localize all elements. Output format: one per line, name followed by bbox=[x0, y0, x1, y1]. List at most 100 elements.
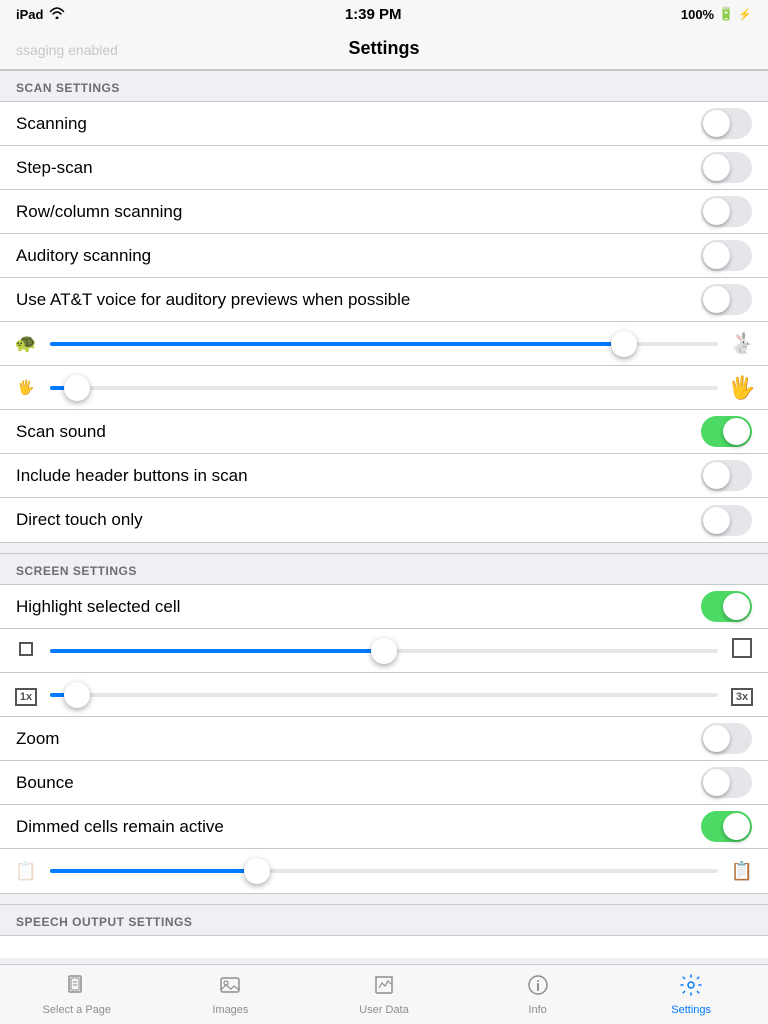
scan-sound-row: Scan sound bbox=[0, 410, 768, 454]
opacity-slider-row: 📋 📋 bbox=[0, 849, 768, 893]
scan-settings-header: SCAN SETTINGS bbox=[0, 70, 768, 101]
square-large-icon bbox=[728, 638, 756, 664]
highlight-selected-row: Highlight selected cell bbox=[0, 585, 768, 629]
tab-images[interactable]: Images bbox=[154, 973, 308, 1016]
badge-3x-icon: 3x bbox=[728, 683, 756, 706]
screen-settings-header: SCREEN SETTINGS bbox=[0, 553, 768, 584]
tab-info[interactable]: Info bbox=[461, 973, 615, 1016]
tab-user-data-label: User Data bbox=[359, 1004, 409, 1016]
include-header-label: Include header buttons in scan bbox=[16, 466, 248, 486]
opacity-slider-container[interactable] bbox=[50, 861, 718, 881]
section-gap-2 bbox=[0, 894, 768, 904]
scan-sound-toggle-knob bbox=[723, 418, 750, 445]
tab-images-label: Images bbox=[212, 1004, 248, 1016]
zoom-toggle-knob bbox=[703, 725, 730, 752]
direct-touch-label: Direct touch only bbox=[16, 510, 143, 530]
tab-bar: Select a Page Images User Data bbox=[0, 964, 768, 1024]
scroll-area[interactable]: SCAN SETTINGS Scanning Step-scan Row/col… bbox=[0, 70, 768, 958]
tab-user-data[interactable]: User Data bbox=[307, 973, 461, 1016]
speech-output-header: SPEECH OUTPUT SETTINGS bbox=[0, 904, 768, 935]
speed-slider-thumb[interactable] bbox=[611, 331, 637, 357]
zoom-level-slider-container[interactable] bbox=[50, 685, 718, 705]
status-bar: iPad 1:39 PM 100% 🔋 ⚡ bbox=[0, 0, 768, 28]
att-voice-toggle[interactable] bbox=[701, 284, 752, 315]
border-size-slider-container[interactable] bbox=[50, 641, 718, 661]
images-icon bbox=[218, 973, 242, 1002]
battery-label: 100% bbox=[681, 7, 714, 22]
settings-icon bbox=[679, 973, 703, 1002]
size-slider-row: 🖐 🖐 bbox=[0, 366, 768, 410]
bounce-row: Bounce bbox=[0, 761, 768, 805]
dimmed-cells-label: Dimmed cells remain active bbox=[16, 817, 224, 837]
highlight-selected-toggle[interactable] bbox=[701, 591, 752, 622]
time-label: 1:39 PM bbox=[345, 6, 402, 23]
watermark-text: ssaging enabled bbox=[0, 42, 118, 58]
opacity-high-icon: 📋 bbox=[728, 861, 756, 882]
opacity-slider-thumb[interactable] bbox=[244, 858, 270, 884]
highlight-selected-label: Highlight selected cell bbox=[16, 597, 180, 617]
step-scan-row: Step-scan bbox=[0, 146, 768, 190]
section-gap-1 bbox=[0, 543, 768, 553]
nav-title: Settings bbox=[348, 38, 419, 58]
size-slider-container[interactable] bbox=[50, 378, 718, 398]
tab-select-a-page[interactable]: Select a Page bbox=[0, 973, 154, 1016]
opacity-slider-fill bbox=[50, 869, 257, 873]
dimmed-cells-toggle-knob bbox=[723, 813, 750, 840]
tab-select-a-page-label: Select a Page bbox=[43, 1004, 112, 1016]
opacity-slider-track bbox=[50, 869, 718, 873]
opacity-low-icon: 📋 bbox=[12, 861, 40, 882]
size-slider-thumb[interactable] bbox=[64, 375, 90, 401]
rabbit-icon: 🐇 bbox=[728, 331, 756, 356]
dimmed-cells-toggle[interactable] bbox=[701, 811, 752, 842]
scan-sound-label: Scan sound bbox=[16, 422, 106, 442]
speed-slider-fill bbox=[50, 342, 624, 346]
scan-settings-group: Scanning Step-scan Row/column scanning A… bbox=[0, 101, 768, 543]
dimmed-cells-row: Dimmed cells remain active bbox=[0, 805, 768, 849]
row-column-row: Row/column scanning bbox=[0, 190, 768, 234]
speech-output-group bbox=[0, 935, 768, 958]
auditory-scanning-toggle-knob bbox=[703, 242, 730, 269]
scanning-toggle-knob bbox=[703, 110, 730, 137]
carrier-label: iPad bbox=[16, 7, 43, 22]
speed-slider-row: 🐢 🐇 bbox=[0, 322, 768, 366]
charging-icon: ⚡ bbox=[738, 8, 752, 21]
border-size-slider-thumb[interactable] bbox=[371, 638, 397, 664]
direct-touch-row: Direct touch only bbox=[0, 498, 768, 542]
info-icon bbox=[526, 973, 550, 1002]
zoom-level-slider-row: 1x 3x bbox=[0, 673, 768, 717]
bounce-toggle-knob bbox=[703, 769, 730, 796]
zoom-row: Zoom bbox=[0, 717, 768, 761]
zoom-label: Zoom bbox=[16, 729, 59, 749]
badge-1x-icon: 1x bbox=[12, 683, 40, 706]
border-size-slider-row bbox=[0, 629, 768, 673]
tab-settings-label: Settings bbox=[671, 1004, 711, 1016]
step-scan-toggle[interactable] bbox=[701, 152, 752, 183]
status-left: iPad bbox=[16, 7, 65, 22]
include-header-toggle[interactable] bbox=[701, 460, 752, 491]
square-small-icon bbox=[12, 639, 40, 662]
row-column-label: Row/column scanning bbox=[16, 202, 182, 222]
nav-bar: ssaging enabled Settings bbox=[0, 28, 768, 70]
bounce-label: Bounce bbox=[16, 773, 74, 793]
att-voice-toggle-knob bbox=[703, 286, 730, 313]
tab-info-label: Info bbox=[528, 1004, 546, 1016]
scanning-row: Scanning bbox=[0, 102, 768, 146]
scanning-label: Scanning bbox=[16, 114, 87, 134]
bounce-toggle[interactable] bbox=[701, 767, 752, 798]
direct-touch-toggle-knob bbox=[703, 507, 730, 534]
tab-settings[interactable]: Settings bbox=[614, 973, 768, 1016]
direct-touch-toggle[interactable] bbox=[701, 505, 752, 536]
scan-sound-toggle[interactable] bbox=[701, 416, 752, 447]
status-right: 100% 🔋 ⚡ bbox=[681, 6, 752, 22]
zoom-level-slider-thumb[interactable] bbox=[64, 682, 90, 708]
speed-slider-container[interactable] bbox=[50, 334, 718, 354]
scanning-toggle[interactable] bbox=[701, 108, 752, 139]
pages-icon bbox=[65, 973, 89, 1002]
include-header-toggle-knob bbox=[703, 462, 730, 489]
auditory-scanning-toggle[interactable] bbox=[701, 240, 752, 271]
turtle-icon: 🐢 bbox=[12, 333, 40, 354]
size-slider-track bbox=[50, 386, 718, 390]
userdata-icon bbox=[372, 973, 396, 1002]
zoom-toggle[interactable] bbox=[701, 723, 752, 754]
row-column-toggle[interactable] bbox=[701, 196, 752, 227]
